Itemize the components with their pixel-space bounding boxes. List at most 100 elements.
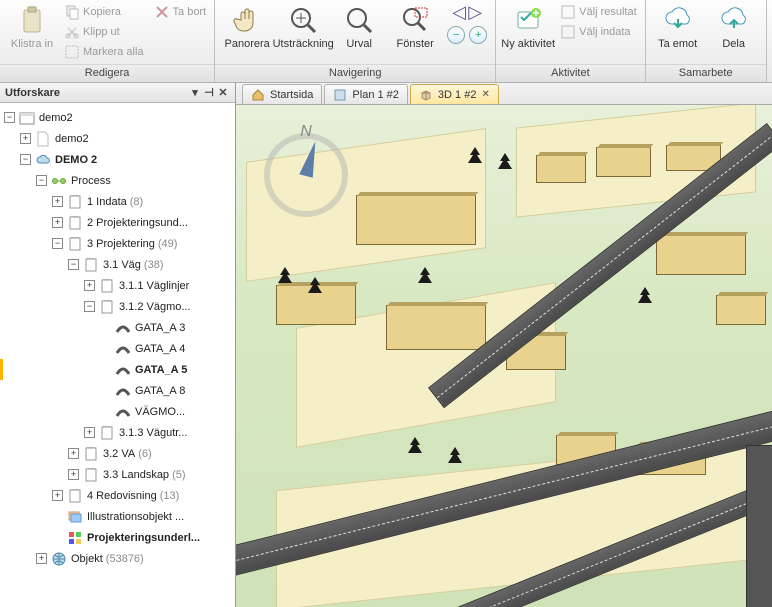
delete-button[interactable]: Ta bort <box>150 2 211 22</box>
pan-label: Panorera <box>225 38 270 50</box>
tree-objekt[interactable]: + Objekt (53876) <box>0 548 235 569</box>
ribbon-group-collab: Ta emot Dela Samarbete <box>646 0 767 82</box>
extent-label: Utsträckning <box>273 38 334 50</box>
compass-widget[interactable]: N <box>256 125 356 225</box>
viewport-tabs: Startsida Plan 1 #2 3D 1 #2 ✕ <box>236 83 772 105</box>
notebook-icon <box>67 194 83 210</box>
tree-vag[interactable]: − 3.1 Väg (38) <box>0 254 235 275</box>
tree-vagutr[interactable]: + 3.1.3 Vägutr... <box>0 422 235 443</box>
tree-va[interactable]: + 3.2 VA (6) <box>0 443 235 464</box>
receive-button[interactable]: Ta emot <box>650 2 706 52</box>
tree-vaglinjer[interactable]: + 3.1.1 Väglinjer <box>0 275 235 296</box>
tree-demo2-cloud[interactable]: − DEMO 2 <box>0 149 235 170</box>
zoom-selection-icon <box>343 4 375 36</box>
tab-plan[interactable]: Plan 1 #2 <box>324 84 407 104</box>
cloud-down-icon <box>662 4 694 36</box>
road-icon <box>115 341 131 357</box>
paste-button[interactable]: Klistra in <box>4 2 60 52</box>
zoom-window-label: Fönster <box>397 38 434 50</box>
tree-indata[interactable]: + 1 Indata (8) <box>0 191 235 212</box>
road-icon <box>115 320 131 336</box>
receive-label: Ta emot <box>658 38 697 50</box>
tree-gata3[interactable]: GATA_A 3 <box>0 317 235 338</box>
explorer-title: Utforskare <box>5 87 60 99</box>
zoom-out-button[interactable]: − <box>447 26 465 44</box>
cloud-up-icon <box>718 4 750 36</box>
input-icon <box>560 24 576 40</box>
cloud-icon <box>35 152 51 168</box>
pan-button[interactable]: Panorera <box>219 2 275 52</box>
panel-dropdown-icon[interactable]: ▾ <box>188 86 202 99</box>
panel-pin-icon[interactable]: ⊣ <box>202 86 216 99</box>
notebook-icon <box>67 488 83 504</box>
notebook-icon <box>83 467 99 483</box>
select-all-icon <box>64 44 80 60</box>
new-activity-icon <box>512 4 544 36</box>
delete-icon <box>154 4 170 20</box>
extent-button[interactable]: Utsträckning <box>275 2 331 52</box>
ribbon-toolbar: Klistra in Kopiera Klipp ut Markera alla <box>0 0 772 83</box>
plan-icon <box>333 88 347 102</box>
tab-3d[interactable]: 3D 1 #2 ✕ <box>410 84 499 104</box>
tree-landskap[interactable]: + 3.3 Landskap (5) <box>0 464 235 485</box>
tree-projekteringsunderl[interactable]: Projekteringsunderl... <box>0 527 235 548</box>
share-button[interactable]: Dela <box>706 2 762 52</box>
tab-3d-label: 3D 1 #2 <box>438 89 477 101</box>
tree-illustration[interactable]: Illustrationsobjekt ... <box>0 506 235 527</box>
viewport: Startsida Plan 1 #2 3D 1 #2 ✕ <box>236 83 772 607</box>
globe-icon <box>51 551 67 567</box>
tree-vagmo[interactable]: − 3.1.2 Vägmo... <box>0 296 235 317</box>
hand-icon <box>231 4 263 36</box>
project-tree: − demo2 + demo2 − DEMO 2 − Process + <box>0 103 235 607</box>
tab-start-label: Startsida <box>270 89 313 101</box>
home-icon <box>251 88 265 102</box>
ribbon-group-navigate-label: Navigering <box>215 64 495 82</box>
explorer-panel: Utforskare ▾ ⊣ ✕ − demo2 + demo2 − DEMO … <box>0 83 236 607</box>
copy-button[interactable]: Kopiera <box>60 2 148 22</box>
new-activity-button[interactable]: Ny aktivitet <box>500 2 556 52</box>
tab-close-icon[interactable]: ✕ <box>481 89 489 100</box>
result-icon <box>560 4 576 20</box>
process-icon <box>51 173 67 189</box>
tree-demo2-file[interactable]: + demo2 <box>0 128 235 149</box>
ribbon-group-navigate: Panorera Utsträckning Urval Fönster ◁ ▷ <box>215 0 496 82</box>
zoom-selection-button[interactable]: Urval <box>331 2 387 52</box>
tree-gata8[interactable]: GATA_A 8 <box>0 380 235 401</box>
choose-result-button[interactable]: Välj resultat <box>556 2 640 22</box>
explorer-title-bar: Utforskare ▾ ⊣ ✕ <box>0 83 235 103</box>
tree-redovisning[interactable]: + 4 Redovisning (13) <box>0 485 235 506</box>
tab-startsida[interactable]: Startsida <box>242 84 322 104</box>
file-icon <box>35 131 51 147</box>
nav-back-button[interactable]: ◁ <box>452 2 466 22</box>
layers-color-icon <box>67 530 83 546</box>
cut-button[interactable]: Klipp ut <box>60 22 148 42</box>
3d-canvas[interactable]: N <box>236 105 772 607</box>
ribbon-group-edit: Klistra in Kopiera Klipp ut Markera alla <box>0 0 215 82</box>
tree-process[interactable]: − Process <box>0 170 235 191</box>
panel-close-icon[interactable]: ✕ <box>216 86 230 99</box>
paste-label: Klistra in <box>11 38 53 50</box>
layers-icon <box>67 509 83 525</box>
zoom-extent-icon <box>287 4 319 36</box>
tree-vagmo-item[interactable]: VÄGMO... <box>0 401 235 422</box>
tree-root[interactable]: − demo2 <box>0 107 235 128</box>
zoom-selection-label: Urval <box>346 38 372 50</box>
choose-input-label: Välj indata <box>579 26 630 38</box>
tree-projektering[interactable]: − 3 Projektering (49) <box>0 233 235 254</box>
compass-n-label: N <box>300 123 312 141</box>
select-all-button[interactable]: Markera alla <box>60 42 148 62</box>
choose-result-label: Välj resultat <box>579 6 636 18</box>
project-icon <box>19 110 35 126</box>
copy-icon <box>64 4 80 20</box>
road-icon <box>115 404 131 420</box>
tree-gata4[interactable]: GATA_A 4 <box>0 338 235 359</box>
tree-projekteringsund[interactable]: + 2 Projekteringsund... <box>0 212 235 233</box>
new-activity-label: Ny aktivitet <box>501 38 555 50</box>
nav-forward-button[interactable]: ▷ <box>468 2 482 22</box>
zoom-in-button[interactable]: + <box>469 26 487 44</box>
tree-gata5[interactable]: GATA_A 5 <box>0 359 235 380</box>
ribbon-group-edit-label: Redigera <box>0 64 214 82</box>
choose-input-button[interactable]: Välj indata <box>556 22 640 42</box>
road-icon <box>115 362 131 378</box>
zoom-window-button[interactable]: Fönster <box>387 2 443 52</box>
